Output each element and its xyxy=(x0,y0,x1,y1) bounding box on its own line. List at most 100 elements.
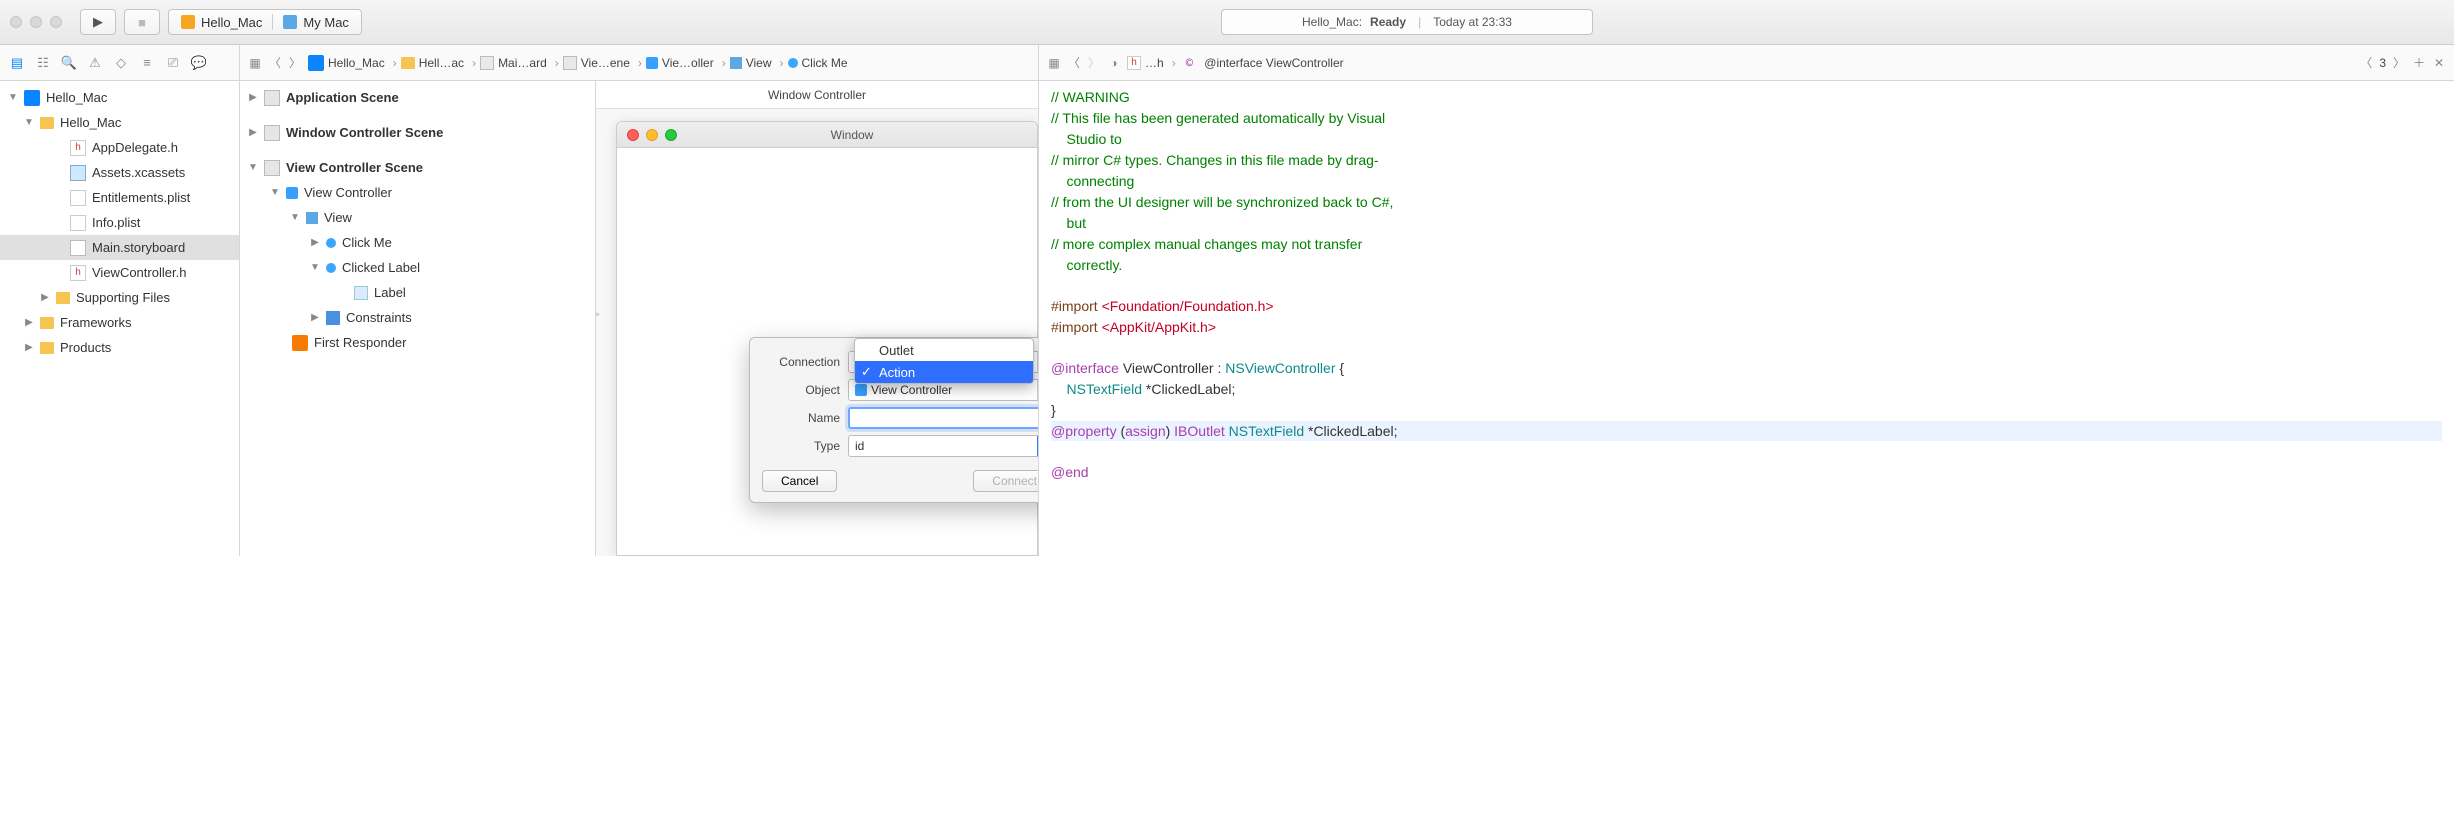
outline-item-label: Clicked Label xyxy=(342,260,420,275)
report-navigator-icon[interactable]: 💬 xyxy=(192,56,206,70)
navigator-item[interactable]: ▶Frameworks xyxy=(0,310,239,335)
outline-item-label: View Controller Scene xyxy=(286,160,423,175)
disclosure-triangle-icon[interactable]: ▼ xyxy=(248,162,258,173)
name-input[interactable] xyxy=(848,407,1039,429)
disclosure-triangle-icon[interactable]: ▶ xyxy=(40,292,50,303)
connection-dropdown: Outlet Action xyxy=(854,338,1034,384)
outline-item[interactable]: First Responder xyxy=(240,330,595,355)
outline-item[interactable]: ▼ View xyxy=(240,205,595,230)
navigator-item[interactable]: ▼ Hello_Mac xyxy=(0,110,239,135)
scheme-app-label: Hello_Mac xyxy=(201,15,262,30)
prev-counterpart-button[interactable]: 〈 xyxy=(2359,56,2373,70)
close-window-icon[interactable] xyxy=(10,16,22,28)
add-assistant-button[interactable]: ＋ xyxy=(2412,56,2426,70)
navigator-item[interactable]: Entitlements.plist xyxy=(0,185,239,210)
symbol-navigator-icon[interactable]: ☷ xyxy=(36,56,50,70)
outline-item[interactable]: Label xyxy=(240,280,595,305)
navigator-item[interactable]: Info.plist xyxy=(0,210,239,235)
scheme-dest-label: My Mac xyxy=(303,15,349,30)
window-close-icon xyxy=(627,129,639,141)
next-counterpart-button[interactable]: 〉 xyxy=(2392,56,2406,70)
search-navigator-icon[interactable]: 🔍 xyxy=(62,56,76,70)
navigator-item[interactable]: hAppDelegate.h xyxy=(0,135,239,160)
navigator-item[interactable]: Main.storyboard xyxy=(0,235,239,260)
navigator-item[interactable]: hViewController.h xyxy=(0,260,239,285)
navigator-item[interactable]: Assets.xcassets xyxy=(0,160,239,185)
minimize-window-icon[interactable] xyxy=(30,16,42,28)
navigator-item-label: Hello_Mac xyxy=(60,115,121,130)
scheme-selector[interactable]: Hello_Mac My Mac xyxy=(168,9,362,35)
disclosure-triangle-icon[interactable]: ▼ xyxy=(24,117,34,128)
disclosure-triangle-icon[interactable]: ▼ xyxy=(290,212,300,223)
forward-button[interactable]: 〉 xyxy=(288,56,302,70)
status-title: Hello_Mac: xyxy=(1302,15,1362,29)
disclosure-triangle-icon[interactable]: ▶ xyxy=(24,317,34,328)
back-button[interactable]: 〈 xyxy=(268,56,282,70)
status-state: Ready xyxy=(1370,15,1406,29)
jump-bar-crumb[interactable]: Hello_Mac xyxy=(308,55,401,71)
jump-bar-crumb[interactable]: Mai…ard xyxy=(480,56,563,70)
counterparts-icon[interactable]: ◑ xyxy=(1107,56,1121,70)
assistant-related-icon[interactable]: ▦ xyxy=(1047,56,1061,70)
jump-bar-crumb[interactable]: Click Me xyxy=(788,56,848,70)
debug-navigator-icon[interactable]: ≡ xyxy=(140,56,154,70)
jump-bar-crumb[interactable]: View xyxy=(730,56,788,70)
assistant-file-crumb[interactable]: h…h xyxy=(1127,56,1180,70)
disclosure-triangle-icon[interactable]: ▶ xyxy=(24,342,34,353)
close-assistant-button[interactable]: ✕ xyxy=(2432,56,2446,70)
h-icon: h xyxy=(70,140,86,156)
connection-option-outlet[interactable]: Outlet xyxy=(855,339,1033,361)
breakpoint-navigator-icon[interactable]: ⎚ xyxy=(166,56,180,70)
assistant-symbol-crumb[interactable]: © @interface ViewController xyxy=(1186,56,1344,70)
window-frame[interactable]: Window Vi Connection Outlet Action Objec… xyxy=(616,121,1038,556)
outline-item[interactable]: ▶Window Controller Scene xyxy=(240,120,595,145)
navigator-item[interactable]: ▶Supporting Files xyxy=(0,285,239,310)
cancel-button[interactable]: Cancel xyxy=(762,470,837,492)
outline-item[interactable]: ▶ Click Me xyxy=(240,230,595,255)
zoom-window-icon[interactable] xyxy=(50,16,62,28)
disclosure-triangle-icon[interactable]: ▼ xyxy=(8,92,18,103)
outline-item-label: Click Me xyxy=(342,235,392,250)
related-items-icon[interactable]: ▦ xyxy=(248,56,262,70)
disclosure-triangle-icon[interactable]: ▶ xyxy=(310,237,320,248)
assistant-back-button[interactable]: 〈 xyxy=(1067,56,1081,70)
h-icon: h xyxy=(70,265,86,281)
outline-item-label: View xyxy=(324,210,352,225)
outline-item[interactable]: ▶Application Scene xyxy=(240,85,595,110)
disclosure-triangle-icon[interactable]: ▶ xyxy=(248,92,258,103)
assistant-editor[interactable]: // WARNING // This file has been generat… xyxy=(1039,81,2454,556)
type-select[interactable]: id xyxy=(848,435,1039,457)
disclosure-triangle-icon[interactable]: ▼ xyxy=(310,262,320,273)
type-label: Type xyxy=(762,439,840,453)
navigator-item-label: Info.plist xyxy=(92,215,140,230)
navigator-item-label: Entitlements.plist xyxy=(92,190,190,205)
outline-item-label: Label xyxy=(374,285,406,300)
connection-option-action[interactable]: Action xyxy=(855,361,1033,383)
navigator-item[interactable]: ▼Hello_Mac xyxy=(0,85,239,110)
connect-button[interactable]: Connect xyxy=(973,470,1039,492)
disclosure-triangle-icon[interactable]: ▶ xyxy=(248,127,258,138)
outline-item[interactable]: ▼ Clicked Label xyxy=(240,255,595,280)
window-title: Window xyxy=(677,128,1027,142)
plist-icon xyxy=(70,215,86,231)
stop-button[interactable]: ■ xyxy=(124,9,160,35)
jump-bar-crumb[interactable]: Hell…ac xyxy=(401,56,480,70)
click-icon xyxy=(326,263,336,273)
assistant-forward-button[interactable]: 〉 xyxy=(1087,56,1101,70)
disclosure-triangle-icon[interactable]: ▼ xyxy=(270,187,280,198)
assets-icon xyxy=(70,165,86,181)
disclosure-triangle-icon[interactable]: ▶ xyxy=(310,312,320,323)
outline-item[interactable]: ▼View Controller xyxy=(240,180,595,205)
jump-bar-crumb[interactable]: Vie…ene xyxy=(563,56,646,70)
outline-item[interactable]: ▼ View Controller Scene xyxy=(240,155,595,180)
run-button[interactable]: ▶ xyxy=(80,9,116,35)
issue-navigator-icon[interactable]: ⚠ xyxy=(88,56,102,70)
test-navigator-icon[interactable]: ◇ xyxy=(114,56,128,70)
navigator-item[interactable]: ▶Products xyxy=(0,335,239,360)
project-navigator-icon[interactable]: ▤ xyxy=(10,56,24,70)
proj-icon xyxy=(308,55,324,71)
story-icon xyxy=(70,240,86,256)
outline-item[interactable]: ▶Constraints xyxy=(240,305,595,330)
jump-bar-crumb[interactable]: Vie…oller xyxy=(646,56,730,70)
storyboard-canvas[interactable]: Window Controller ▷ Window Vi Connection xyxy=(596,81,1039,556)
